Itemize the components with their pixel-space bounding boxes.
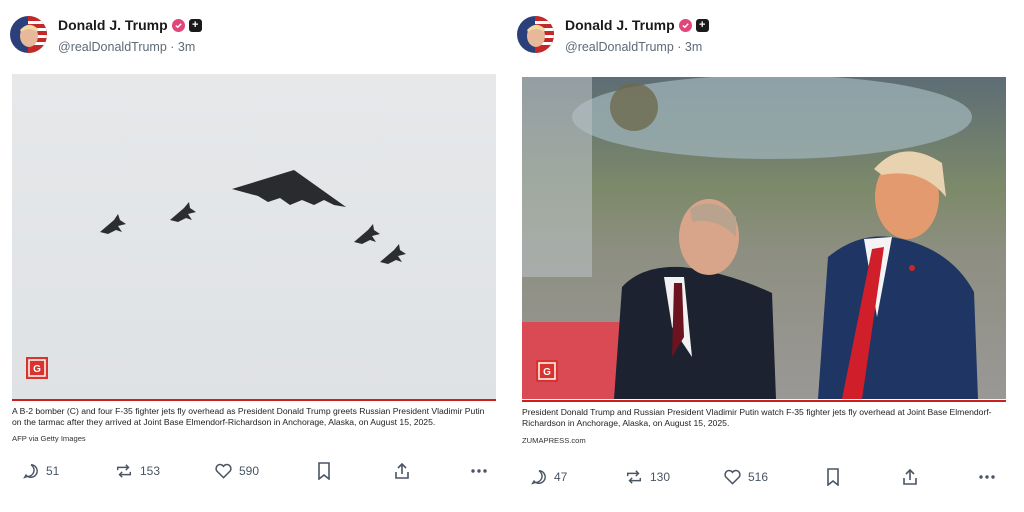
share-icon	[395, 462, 409, 479]
retruth-count: 130	[650, 470, 671, 484]
verified-icon	[678, 18, 692, 32]
caption-divider	[12, 399, 496, 401]
reply-icon	[23, 463, 38, 479]
post-card-1[interactable]: Donald J. Trump + @realDonaldTrump · 3m	[0, 0, 510, 512]
retruth-count: 153	[140, 464, 161, 478]
photo-credit: ZUMAPRESS.com	[522, 436, 586, 445]
image-logo: G	[26, 357, 48, 379]
bookmark-button[interactable]	[826, 464, 840, 490]
author-handle[interactable]: @realDonaldTrump	[565, 40, 674, 54]
svg-text:G: G	[543, 367, 551, 378]
bookmark-button[interactable]	[317, 458, 331, 484]
author-avatar[interactable]	[10, 16, 47, 53]
post-image[interactable]: G	[522, 77, 1006, 399]
reply-count: 51	[46, 464, 60, 478]
plus-badge-icon: +	[188, 18, 202, 32]
caption-divider	[522, 400, 1006, 402]
verified-icon	[171, 18, 185, 32]
post-caption: A B-2 bomber (C) and four F-35 fighter j…	[12, 406, 485, 427]
author-name[interactable]: Donald J. Trump	[58, 17, 168, 33]
retruth-button[interactable]: 130	[624, 464, 670, 490]
share-button[interactable]	[901, 464, 919, 490]
like-count: 516	[748, 470, 769, 484]
retruth-button[interactable]: 153	[114, 458, 160, 484]
share-button[interactable]	[393, 458, 411, 484]
more-icon	[979, 475, 995, 479]
share-icon	[903, 468, 917, 485]
author-meta: @realDonaldTrump · 3m	[565, 40, 703, 54]
photo-credit: AFP via Getty Images	[12, 434, 86, 443]
reply-icon	[531, 469, 546, 485]
like-count: 590	[239, 464, 260, 478]
svg-text:G: G	[33, 364, 41, 375]
more-icon	[471, 469, 487, 473]
like-icon	[724, 469, 741, 485]
post-time[interactable]: 3m	[685, 40, 702, 54]
reply-button[interactable]: 47	[530, 464, 567, 490]
action-bar: 47 130 516	[510, 464, 1020, 490]
reply-button[interactable]: 51	[22, 458, 59, 484]
post-time[interactable]: 3m	[178, 40, 195, 54]
bookmark-icon	[827, 468, 839, 486]
plus-badge-icon: +	[695, 18, 709, 32]
post-card-2[interactable]: Donald J. Trump + @realDonaldTrump · 3m	[510, 0, 1020, 512]
more-button[interactable]	[978, 464, 996, 490]
retruth-icon	[116, 464, 132, 478]
post-image[interactable]: G	[12, 74, 496, 399]
action-bar: 51 153 590	[0, 458, 510, 484]
bookmark-icon	[318, 462, 330, 480]
author-meta: @realDonaldTrump · 3m	[58, 40, 196, 54]
post-caption: President Donald Trump and Russian Presi…	[522, 407, 992, 428]
post-header: Donald J. Trump + @realDonaldTrump · 3m	[517, 16, 997, 60]
author-name[interactable]: Donald J. Trump	[565, 17, 675, 33]
image-logo: G	[536, 360, 558, 382]
retruth-icon	[626, 470, 642, 484]
like-button[interactable]: 590	[214, 458, 259, 484]
like-icon	[215, 463, 232, 479]
more-button[interactable]	[470, 458, 488, 484]
author-avatar[interactable]	[517, 16, 554, 53]
like-button[interactable]: 516	[723, 464, 768, 490]
post-header: Donald J. Trump + @realDonaldTrump · 3m	[10, 16, 490, 60]
reply-count: 47	[554, 470, 568, 484]
author-handle[interactable]: @realDonaldTrump	[58, 40, 167, 54]
